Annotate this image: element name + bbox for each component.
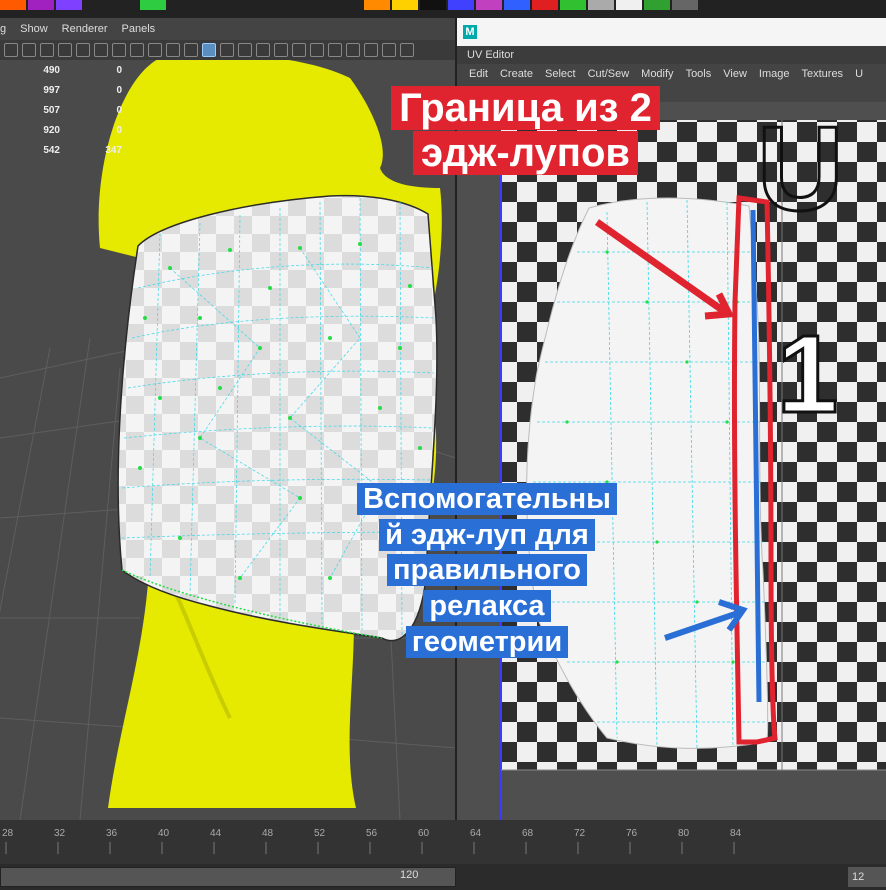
menu-tools[interactable]: Tools <box>686 68 712 80</box>
maya-app-icon: M <box>463 25 477 39</box>
uv-tile-label-u: U <box>757 102 844 236</box>
tick-label: 36 <box>106 828 118 839</box>
viewport-toolbar <box>0 40 456 60</box>
tick-label: 56 <box>366 828 378 839</box>
stat-row-uvs: 542 347 <box>43 144 122 156</box>
shadows-icon[interactable] <box>94 43 108 57</box>
uv-canvas[interactable]: U 1 <box>457 101 886 838</box>
annotation-line: геометрии <box>405 625 569 658</box>
annotation-line: Граница из 2 <box>391 86 660 130</box>
tick-label: 72 <box>574 828 586 839</box>
sun-icon[interactable] <box>256 43 270 57</box>
menu-panels[interactable]: Panels <box>122 23 156 35</box>
gate-icon[interactable] <box>184 43 198 57</box>
menu-modify[interactable]: Modify <box>641 68 673 80</box>
uv-editor-menu-bar: Edit Create Select Cut/Sew Modify Tools … <box>457 64 886 84</box>
animation-end-field[interactable]: 12 <box>848 867 886 887</box>
tick-label: 64 <box>470 828 482 839</box>
menu-cut-sew[interactable]: Cut/Sew <box>588 68 630 80</box>
grid-icon[interactable] <box>166 43 180 57</box>
cube-icon[interactable] <box>238 43 252 57</box>
smooth-shade-icon[interactable] <box>22 43 36 57</box>
menu-image[interactable]: Image <box>759 68 790 80</box>
range-end-value: 120 <box>400 869 419 881</box>
range-slider-track[interactable] <box>0 867 456 887</box>
dof-icon[interactable] <box>310 43 324 57</box>
tick-label: 48 <box>262 828 274 839</box>
tick-label: 32 <box>54 828 66 839</box>
maximize-icon[interactable] <box>400 43 414 57</box>
tick-label: 52 <box>314 828 326 839</box>
menu-create[interactable]: Create <box>500 68 533 80</box>
menu-textures[interactable]: Textures <box>801 68 843 80</box>
ambient-icon[interactable] <box>292 43 306 57</box>
time-ruler <box>5 842 735 854</box>
uv-tile-view: U 1 <box>500 101 886 838</box>
isolate-icon[interactable] <box>130 43 144 57</box>
time-slider[interactable]: 28 32 36 40 44 48 52 56 60 64 68 72 76 8… <box>0 820 886 864</box>
annotation-line: релакса <box>423 589 551 622</box>
tick-label: 44 <box>210 828 222 839</box>
range-slider[interactable]: 120 12 <box>0 864 886 890</box>
textured-icon[interactable] <box>58 43 72 57</box>
viewport-menu-bar: g Show Renderer Panels <box>0 18 456 40</box>
uv-shell <box>526 197 769 749</box>
uv-tile-label-1: 1 <box>777 313 838 436</box>
menu-view[interactable]: View <box>723 68 747 80</box>
tick-label: 84 <box>730 828 742 839</box>
stat-row-faces: 507 0 <box>43 104 122 116</box>
menu-renderer[interactable]: Renderer <box>62 23 108 35</box>
bulb-icon[interactable] <box>274 43 288 57</box>
menu-lighting[interactable]: g <box>0 23 6 35</box>
tick-label: 60 <box>418 828 430 839</box>
wireframe-icon[interactable] <box>4 43 18 57</box>
motion-blur-icon[interactable] <box>346 43 360 57</box>
uv-editor-tab[interactable]: UV Editor <box>457 46 886 64</box>
uv-editor-titlebar[interactable]: M <box>457 18 886 46</box>
camera-icon[interactable] <box>148 43 162 57</box>
annotation-line: й эдж-луп для <box>379 518 595 551</box>
annotation-line: Вспомогательны <box>357 483 617 515</box>
annotation-helper-edge-loop: Вспомогательны й эдж-луп для правильного… <box>336 482 638 660</box>
shade-all-icon[interactable] <box>40 43 54 57</box>
stat-row-tris: 920 0 <box>43 124 122 136</box>
color-swatch-strip <box>0 0 886 18</box>
shaded-cube-icon[interactable] <box>202 43 216 57</box>
xray-icon[interactable] <box>112 43 126 57</box>
tick-label: 28 <box>2 828 14 839</box>
select-camera-icon[interactable] <box>364 43 378 57</box>
menu-select[interactable]: Select <box>545 68 576 80</box>
sphere-icon[interactable] <box>220 43 234 57</box>
lights-icon[interactable] <box>76 43 90 57</box>
annotation-line: правильного <box>387 554 587 587</box>
heads-up-poly-count: 490 0 997 0 507 0 920 0 542 347 <box>0 60 150 160</box>
tick-label: 76 <box>626 828 638 839</box>
menu-show[interactable]: Show <box>20 23 48 35</box>
annotation-two-edge-loops: Граница из 2 эдж-лупов <box>374 86 677 202</box>
stat-row-edges: 997 0 <box>43 84 122 96</box>
tick-label: 80 <box>678 828 690 839</box>
annotation-line: эдж-лупов <box>413 130 638 175</box>
menu-uv[interactable]: U <box>855 68 863 80</box>
film-gate-icon[interactable] <box>382 43 396 57</box>
menu-edit[interactable]: Edit <box>469 68 488 80</box>
tick-label: 68 <box>522 828 534 839</box>
stat-row-verts: 490 0 <box>43 64 122 76</box>
aa-icon[interactable] <box>328 43 342 57</box>
tick-label: 40 <box>158 828 170 839</box>
